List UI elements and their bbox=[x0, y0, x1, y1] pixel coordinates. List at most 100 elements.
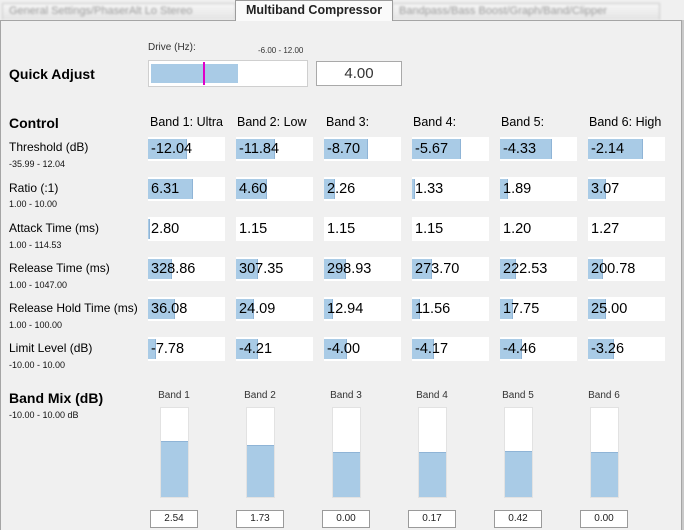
limit-level-range: -10.00 - 10.00 bbox=[9, 360, 66, 370]
tab-general-settings[interactable]: General Settings/PhaserAlt Lo Stereo bbox=[2, 3, 236, 20]
ratio-band-6-slider[interactable]: 3.07 bbox=[588, 177, 665, 201]
limit-level-label: Limit Level (dB) bbox=[9, 341, 93, 355]
band-mix-value-6[interactable]: 0.00 bbox=[580, 510, 628, 528]
threshold-band-5-slider[interactable]: -4.33 bbox=[500, 137, 577, 161]
slider-value: 4.60 bbox=[239, 181, 268, 197]
ratio-range: 1.00 - 10.00 bbox=[9, 199, 58, 209]
drive-value-field[interactable]: 4.00 bbox=[316, 61, 402, 86]
band-header-3: Band 3: bbox=[326, 115, 370, 129]
band-mix-label-5: Band 5 bbox=[502, 390, 534, 401]
release-time-band-2-slider[interactable]: 307.35 bbox=[236, 257, 313, 281]
release-time-band-3-slider[interactable]: 298.93 bbox=[324, 257, 401, 281]
drive-slider-handle[interactable] bbox=[203, 62, 205, 85]
threshold-range: -35.99 - 12.04 bbox=[9, 159, 66, 169]
slider-value: -4.21 bbox=[239, 341, 273, 357]
slider-value: -8.70 bbox=[327, 141, 361, 157]
threshold-label: Threshold (dB) bbox=[9, 140, 89, 154]
drive-range: -6.00 - 12.00 bbox=[258, 46, 304, 55]
ratio-band-1-slider[interactable]: 6.31 bbox=[148, 177, 225, 201]
release-hold-time-band-3-slider[interactable]: 12.94 bbox=[324, 297, 401, 321]
attack-time-band-1-slider[interactable]: 2.80 bbox=[148, 217, 225, 241]
release-time-band-4-slider[interactable]: 273.70 bbox=[412, 257, 489, 281]
band-mix-slider-3[interactable] bbox=[332, 407, 361, 498]
slider-value: 328.86 bbox=[151, 261, 196, 277]
band-mix-fill bbox=[247, 445, 274, 497]
slider-value: 273.70 bbox=[415, 261, 460, 277]
ratio-band-3-slider[interactable]: 2.26 bbox=[324, 177, 401, 201]
band-mix-slider-2[interactable] bbox=[246, 407, 275, 498]
band-mix-value-2[interactable]: 1.73 bbox=[236, 510, 284, 528]
control-title: Control bbox=[9, 115, 59, 131]
band-mix-value-3[interactable]: 0.00 bbox=[322, 510, 370, 528]
band-mix-value-1[interactable]: 2.54 bbox=[150, 510, 198, 528]
band-mix-value-5[interactable]: 0.42 bbox=[494, 510, 542, 528]
release-time-label: Release Time (ms) bbox=[9, 261, 110, 275]
limit-level-band-5-slider[interactable]: -4.46 bbox=[500, 337, 577, 361]
tab-bandpass[interactable]: Bandpass/Bass Boost/Graph/Band/Clipper bbox=[392, 3, 660, 20]
limit-level-band-3-slider[interactable]: -4.00 bbox=[324, 337, 401, 361]
band-mix-label-3: Band 3 bbox=[330, 390, 362, 401]
release-hold-time-band-4-slider[interactable]: 11.56 bbox=[412, 297, 489, 321]
threshold-band-4-slider[interactable]: -5.67 bbox=[412, 137, 489, 161]
slider-value: 12.94 bbox=[327, 301, 364, 317]
slider-value: -4.00 bbox=[327, 341, 361, 357]
release-hold-time-band-2-slider[interactable]: 24.09 bbox=[236, 297, 313, 321]
release-time-band-6-slider[interactable]: 200.78 bbox=[588, 257, 665, 281]
band-mix-fill bbox=[505, 451, 532, 497]
limit-level-band-1-slider[interactable]: -7.78 bbox=[148, 337, 225, 361]
band-mix-range: -10.00 - 10.00 dB bbox=[9, 410, 79, 420]
release-hold-time-label: Release Hold Time (ms) bbox=[9, 301, 138, 315]
limit-level-band-4-slider[interactable]: -4.17 bbox=[412, 337, 489, 361]
release-hold-time-band-6-slider[interactable]: 25.00 bbox=[588, 297, 665, 321]
band-mix-slider-5[interactable] bbox=[504, 407, 533, 498]
band-mix-fill bbox=[333, 452, 360, 497]
attack-time-band-4-slider[interactable]: 1.15 bbox=[412, 217, 489, 241]
band-mix-value-4[interactable]: 0.17 bbox=[408, 510, 456, 528]
release-time-range: 1.00 - 1047.00 bbox=[9, 280, 68, 290]
band-header-1: Band 1: Ultra bbox=[150, 115, 223, 129]
attack-time-band-3-slider[interactable]: 1.15 bbox=[324, 217, 401, 241]
slider-value: -11.84 bbox=[239, 141, 280, 157]
ratio-band-4-slider[interactable]: 1.33 bbox=[412, 177, 489, 201]
ratio-band-5-slider[interactable]: 1.89 bbox=[500, 177, 577, 201]
ratio-label: Ratio (:1) bbox=[9, 181, 59, 195]
release-time-band-5-slider[interactable]: 222.53 bbox=[500, 257, 577, 281]
slider-value: 2.26 bbox=[327, 181, 356, 197]
release-time-band-1-slider[interactable]: 328.86 bbox=[148, 257, 225, 281]
band-mix-slider-6[interactable] bbox=[590, 407, 619, 498]
threshold-band-6-slider[interactable]: -2.14 bbox=[588, 137, 665, 161]
band-header-2: Band 2: Low bbox=[237, 115, 307, 129]
release-hold-time-band-5-slider[interactable]: 17.75 bbox=[500, 297, 577, 321]
attack-time-band-5-slider[interactable]: 1.20 bbox=[500, 217, 577, 241]
tab-strip: General Settings/PhaserAlt Lo Stereo Mul… bbox=[0, 0, 684, 21]
tab-multiband-compressor[interactable]: Multiband Compressor bbox=[235, 0, 393, 21]
drive-slider[interactable] bbox=[148, 60, 308, 87]
slider-value: 1.33 bbox=[415, 181, 444, 197]
attack-time-label: Attack Time (ms) bbox=[9, 221, 100, 235]
limit-level-band-6-slider[interactable]: -3.26 bbox=[588, 337, 665, 361]
attack-time-band-6-slider[interactable]: 1.27 bbox=[588, 217, 665, 241]
threshold-band-3-slider[interactable]: -8.70 bbox=[324, 137, 401, 161]
band-mix-label-4: Band 4 bbox=[416, 390, 448, 401]
slider-value: 36.08 bbox=[151, 301, 188, 317]
threshold-band-2-slider[interactable]: -11.84 bbox=[236, 137, 313, 161]
threshold-band-1-slider[interactable]: -12.04 bbox=[148, 137, 225, 161]
slider-value: 307.35 bbox=[239, 261, 284, 277]
drive-label: Drive (Hz): bbox=[148, 42, 196, 53]
limit-level-band-2-slider[interactable]: -4.21 bbox=[236, 337, 313, 361]
slider-value: 24.09 bbox=[239, 301, 276, 317]
band-mix-slider-1[interactable] bbox=[160, 407, 189, 498]
attack-time-range: 1.00 - 114.53 bbox=[9, 240, 62, 250]
slider-value: 222.53 bbox=[503, 261, 548, 277]
slider-value: 25.00 bbox=[591, 301, 628, 317]
slider-value: 1.15 bbox=[239, 221, 268, 237]
slider-value: 1.15 bbox=[327, 221, 356, 237]
band-header-5: Band 5: bbox=[501, 115, 545, 129]
band-mix-slider-4[interactable] bbox=[418, 407, 447, 498]
attack-time-band-2-slider[interactable]: 1.15 bbox=[236, 217, 313, 241]
release-hold-time-band-1-slider[interactable]: 36.08 bbox=[148, 297, 225, 321]
slider-value: 3.07 bbox=[591, 181, 620, 197]
ratio-band-2-slider[interactable]: 4.60 bbox=[236, 177, 313, 201]
band-header-4: Band 4: bbox=[413, 115, 457, 129]
slider-value: 17.75 bbox=[503, 301, 540, 317]
